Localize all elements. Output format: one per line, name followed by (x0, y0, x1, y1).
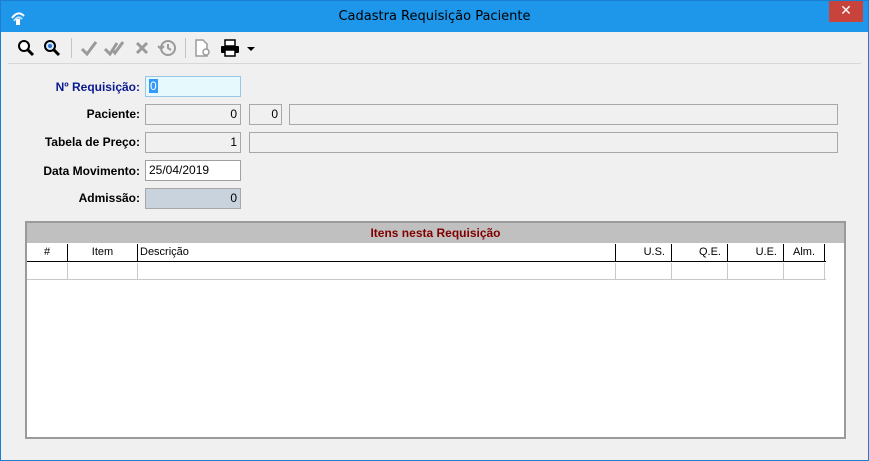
requisicao-label: Nº Requisição: (55, 80, 140, 94)
cell-item[interactable] (68, 263, 138, 279)
paciente-name-field[interactable] (289, 104, 838, 125)
tabela-preco-label: Tabela de Preço: (44, 135, 140, 149)
grid-caption: Itens nesta Requisição (27, 223, 844, 243)
toolbar-separator (185, 38, 186, 58)
tabela-preco-code-field[interactable]: 1 (145, 132, 241, 153)
column-header-item[interactable]: Item (68, 244, 138, 261)
cell-us[interactable] (616, 263, 672, 279)
print-icon[interactable] (219, 38, 241, 60)
data-movimento-label: Data Movimento: (43, 164, 140, 178)
toolbar-separator (71, 38, 72, 58)
cell-qe[interactable] (672, 263, 728, 279)
column-header-descricao[interactable]: Descrição (138, 244, 616, 261)
window-title: Cadastra Requisição Paciente (338, 9, 531, 24)
search-advanced-icon[interactable] (42, 38, 64, 60)
cell-number[interactable] (27, 263, 68, 279)
dropdown-arrow-icon[interactable] (246, 38, 258, 60)
admissao-field[interactable]: 0 (145, 188, 241, 209)
close-button[interactable]: ✕ (829, 1, 863, 22)
cell-descricao[interactable] (138, 263, 616, 279)
new-document-icon[interactable] (192, 38, 214, 60)
cancel-icon[interactable] (132, 38, 154, 60)
cell-alm[interactable] (784, 263, 825, 279)
column-header-number[interactable]: # (27, 244, 68, 261)
admissao-label: Admissão: (78, 191, 140, 205)
history-icon[interactable] (157, 38, 179, 60)
requisicao-field[interactable]: 0 (145, 76, 241, 97)
column-header-ue[interactable]: U.E. (728, 244, 784, 261)
cell-ue[interactable] (728, 263, 784, 279)
table-row[interactable] (27, 263, 826, 280)
requisicao-value: 0 (149, 79, 158, 93)
toolbar (8, 32, 861, 64)
column-header-qe[interactable]: Q.E. (672, 244, 728, 261)
client-area: Nº Requisição: 0 Paciente: 0 0 Tabela de… (8, 32, 861, 454)
tabela-preco-name-field[interactable] (249, 132, 838, 153)
paciente-code2-field[interactable]: 0 (249, 104, 282, 125)
column-header-alm[interactable]: Alm. (784, 244, 825, 261)
confirm-all-icon[interactable] (103, 38, 125, 60)
grid-header: # Item Descrição U.S. Q.E. U.E. Alm. (27, 244, 826, 262)
title-bar[interactable]: Cadastra Requisição Paciente ✕ (1, 1, 868, 32)
confirm-icon[interactable] (79, 38, 101, 60)
search-icon[interactable] (16, 38, 38, 60)
paciente-label: Paciente: (86, 107, 140, 121)
column-header-us[interactable]: U.S. (616, 244, 672, 261)
itens-grid-panel: Itens nesta Requisição # Item Descrição … (25, 221, 846, 439)
app-window: Cadastra Requisição Paciente ✕ Nº Requis… (0, 0, 869, 461)
data-movimento-field[interactable]: 25/04/2019 (145, 160, 241, 181)
paciente-code-field[interactable]: 0 (145, 104, 241, 125)
